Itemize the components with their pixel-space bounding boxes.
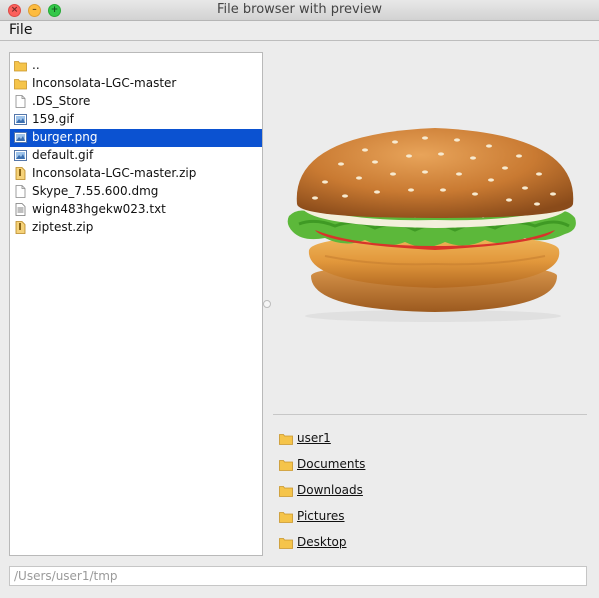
path-field-placeholder: /Users/user1/tmp xyxy=(14,569,118,583)
file-name: .. xyxy=(32,58,40,72)
window-title: File browser with preview xyxy=(217,2,382,17)
menu-bar: File xyxy=(0,21,599,41)
file-list-item[interactable]: Inconsolata-LGC-master.zip xyxy=(10,165,262,183)
file-list[interactable]: .. Inconsolata-LGC-master .DS_Store 159.gif… xyxy=(9,52,263,556)
file-name: Inconsolata-LGC-master xyxy=(32,76,177,90)
folder-icon xyxy=(14,59,27,72)
favorite-folder-name: Documents xyxy=(297,457,366,471)
image-preview xyxy=(287,128,576,322)
folder-icon xyxy=(279,485,293,497)
file-name: wign483hgekw023.txt xyxy=(32,202,166,216)
favorite-folder-name: user1 xyxy=(297,431,331,445)
zip-file-icon xyxy=(14,221,27,234)
menu-file[interactable]: File xyxy=(9,22,32,38)
title-bar: × – + File browser with preview xyxy=(0,0,599,21)
file-list-item[interactable]: wign483hgekw023.txt xyxy=(10,201,262,219)
folder-icon xyxy=(279,433,293,445)
file-list-item[interactable]: Inconsolata-LGC-master xyxy=(10,75,262,93)
file-name: 159.gif xyxy=(32,112,74,126)
file-list-item[interactable]: 159.gif xyxy=(10,111,262,129)
favorite-folder-name: Pictures xyxy=(297,509,345,523)
file-list-item[interactable]: default.gif xyxy=(10,147,262,165)
favorite-folder-name: Desktop xyxy=(297,535,347,549)
folder-icon xyxy=(279,537,293,549)
zip-file-icon xyxy=(14,167,27,180)
file-name: ziptest.zip xyxy=(32,220,94,234)
file-list-item[interactable]: .. xyxy=(10,57,262,75)
folder-icon xyxy=(279,459,293,471)
file-icon xyxy=(14,185,27,198)
file-list-item[interactable]: ziptest.zip xyxy=(10,219,262,237)
image-file-icon xyxy=(14,149,27,162)
file-name: .DS_Store xyxy=(32,94,91,108)
split-pane-divider[interactable] xyxy=(263,300,271,308)
file-list-item[interactable]: Skype_7.55.600.dmg xyxy=(10,183,262,201)
file-name: Skype_7.55.600.dmg xyxy=(32,184,159,198)
file-name: Inconsolata-LGC-master.zip xyxy=(32,166,197,180)
file-name: burger.png xyxy=(32,130,98,144)
preview-separator xyxy=(273,414,587,415)
file-list-item[interactable]: .DS_Store xyxy=(10,93,262,111)
image-file-icon xyxy=(14,113,27,126)
folder-icon xyxy=(279,511,293,523)
file-name: default.gif xyxy=(32,148,94,162)
file-icon xyxy=(14,95,27,108)
folder-icon xyxy=(14,77,27,90)
file-list-item[interactable]: burger.png xyxy=(10,129,262,147)
text-file-icon xyxy=(14,203,27,216)
image-file-icon xyxy=(14,131,27,144)
path-field[interactable]: /Users/user1/tmp xyxy=(9,566,587,586)
favorite-folder-name: Downloads xyxy=(297,483,363,497)
